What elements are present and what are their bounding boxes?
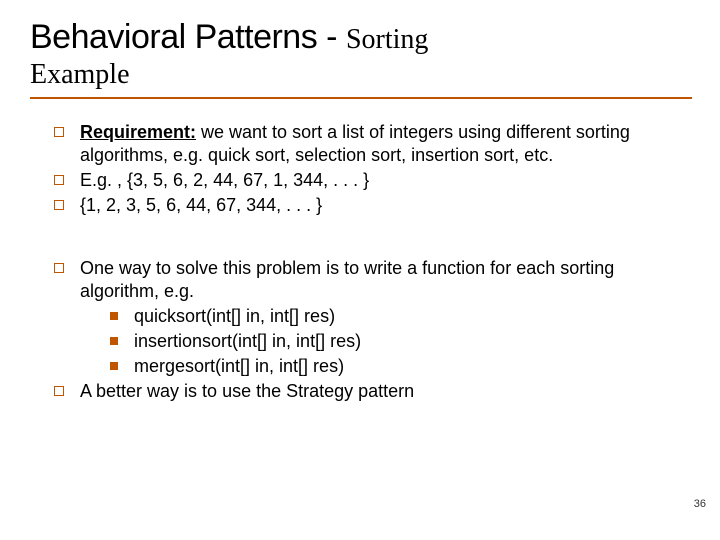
list-item: E.g. , {3, 5, 6, 2, 44, 67, 1, 344, . . … <box>54 169 692 192</box>
content: Requirement: we want to sort a list of i… <box>30 121 692 403</box>
list-text: {1, 2, 3, 5, 6, 44, 67, 344, . . . } <box>80 195 322 215</box>
title-block: Behavioral Patterns - Sorting Example <box>30 18 692 99</box>
title-line1: Behavioral Patterns - Sorting <box>30 18 692 57</box>
list-item: {1, 2, 3, 5, 6, 44, 67, 344, . . . } <box>54 194 692 217</box>
bullet-group-2: One way to solve this problem is to writ… <box>30 257 692 403</box>
list-item: Requirement: we want to sort a list of i… <box>54 121 692 167</box>
title-line2: Example <box>30 59 692 91</box>
bullet-group-1: Requirement: we want to sort a list of i… <box>30 121 692 217</box>
list-text: A better way is to use the Strategy patt… <box>80 381 414 401</box>
sub-list: quicksort(int[] in, int[] res) insertion… <box>80 305 692 378</box>
list-text: quicksort(int[] in, int[] res) <box>134 306 335 326</box>
list-item: mergesort(int[] in, int[] res) <box>110 355 692 378</box>
list-item: quicksort(int[] in, int[] res) <box>110 305 692 328</box>
list-text: mergesort(int[] in, int[] res) <box>134 356 344 376</box>
list-item: A better way is to use the Strategy patt… <box>54 380 692 403</box>
list-text: E.g. , {3, 5, 6, 2, 44, 67, 1, 344, . . … <box>80 170 369 190</box>
list-text: insertionsort(int[] in, int[] res) <box>134 331 361 351</box>
list-text: One way to solve this problem is to writ… <box>80 258 614 301</box>
title-sub: Sorting <box>346 24 428 55</box>
page-number: 36 <box>694 498 706 510</box>
title-main: Behavioral Patterns - <box>30 18 346 56</box>
list-item: insertionsort(int[] in, int[] res) <box>110 330 692 353</box>
requirement-label: Requirement: <box>80 122 196 142</box>
list-item: One way to solve this problem is to writ… <box>54 257 692 378</box>
slide: Behavioral Patterns - Sorting Example Re… <box>0 0 720 540</box>
